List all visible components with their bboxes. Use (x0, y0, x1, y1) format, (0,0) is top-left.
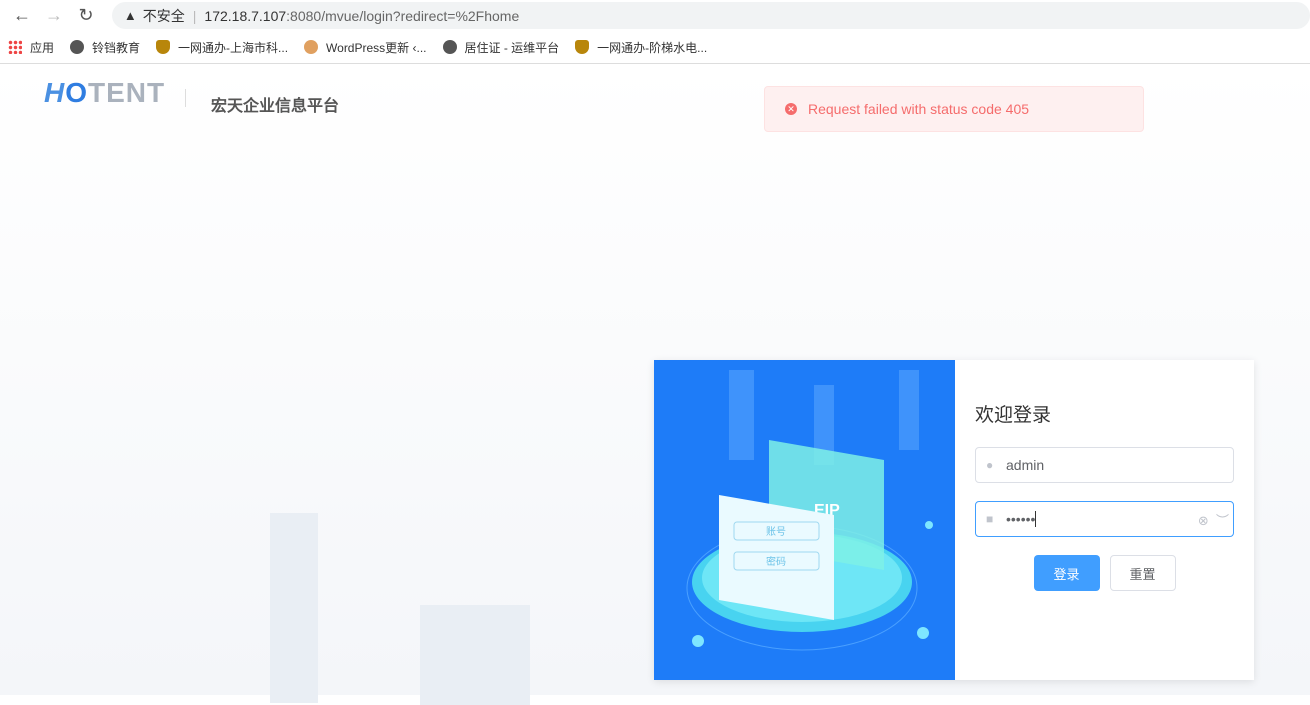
bookmark[interactable]: 一网通办-上海市科... (156, 39, 288, 56)
site-icon (156, 40, 171, 54)
address-bar[interactable]: ▲ 不安全 | 172.18.7.107:8080/mvue/login?red… (111, 2, 1310, 29)
bookmark[interactable]: 铃铛教育 (70, 39, 140, 56)
error-message: ✕ Request failed with status code 405 (764, 86, 1144, 132)
clear-icon[interactable]: ⊗ (1198, 513, 1209, 528)
password-value: •••••• (1006, 511, 1036, 527)
warning-icon: ▲ (123, 8, 137, 23)
bookmark[interactable]: WordPress更新 ‹... (304, 39, 427, 56)
login-card: EIP 账号 密码 欢迎登录 ● admin ■ •••••• ⊗ ︶ 登录 重置 (654, 360, 1254, 680)
login-page: HOTENT 宏天企业信息平台 ✕ Request failed with sta… (0, 65, 1310, 705)
eip-illustration: EIP 账号 密码 (686, 370, 933, 651)
lock-icon: ■ (986, 512, 994, 526)
wordpress-icon (304, 40, 319, 54)
illus-password: 密码 (766, 555, 786, 568)
security-label: 不安全 (142, 7, 185, 24)
browser-toolbar: ← → ↻ ▲ 不安全 | 172.18.7.107:8080/mvue/log… (0, 0, 1310, 31)
apps-icon (8, 40, 22, 54)
bookmark-label: 一网通办-阶梯水电... (597, 40, 708, 55)
user-icon: ● (986, 458, 994, 472)
welcome-title: 欢迎登录 (975, 405, 1052, 426)
error-icon: ✕ (785, 103, 797, 115)
globe-icon (442, 40, 457, 54)
url-host: 172.18.7.107 (204, 7, 287, 24)
bookmark-label: 铃铛教育 (92, 40, 141, 55)
username-input[interactable]: ● admin (975, 447, 1234, 483)
bookmark[interactable]: 一网通办-阶梯水电... (575, 39, 707, 56)
text-cursor (1035, 511, 1037, 527)
reload-icon[interactable]: ↻ (76, 5, 96, 26)
bookmark-label: 一网通办-上海市科... (178, 40, 289, 55)
bookmark-label: 居住证 - 运维平台 (464, 40, 560, 55)
illus-account: 账号 (766, 526, 786, 538)
login-form: 欢迎登录 ● admin ■ •••••• ⊗ ︶ 登录 重置 (955, 360, 1254, 680)
divider (185, 89, 186, 107)
input-suffix: ⊗ ︶ (1198, 510, 1229, 529)
bookmark-label: 应用 (30, 40, 55, 55)
bookmark[interactable]: 居住证 - 运维平台 (442, 39, 560, 56)
forward-icon[interactable]: → (44, 5, 64, 26)
eye-closed-icon[interactable]: ︶ (1216, 513, 1229, 528)
bookmark-label: WordPress更新 ‹... (326, 40, 427, 55)
username-value: admin (1006, 457, 1045, 473)
reset-button[interactable]: 重置 (1109, 555, 1176, 591)
bookmarks-bar: 应用 铃铛教育 一网通办-上海市科... WordPress更新 ‹... 居住… (0, 31, 1310, 64)
url-path: :8080/mvue/login?redirect=%2Fhome (286, 7, 520, 24)
site-icon (575, 40, 590, 54)
back-icon[interactable]: ← (12, 5, 32, 26)
form-buttons: 登录 重置 (975, 555, 1234, 591)
platform-title: 宏天企业信息平台 (211, 98, 340, 115)
bg-building (270, 513, 318, 703)
bg-building (420, 605, 530, 705)
password-input[interactable]: ■ •••••• ⊗ ︶ (975, 501, 1234, 537)
login-illustration: EIP 账号 密码 (654, 360, 955, 680)
divider: | (192, 7, 197, 24)
error-text: Request failed with status code 405 (808, 101, 1030, 117)
login-button[interactable]: 登录 (1033, 555, 1100, 591)
hotent-logo: HOTENT (44, 77, 166, 108)
bookmark-apps[interactable]: 应用 (8, 39, 54, 56)
globe-icon (70, 40, 85, 54)
